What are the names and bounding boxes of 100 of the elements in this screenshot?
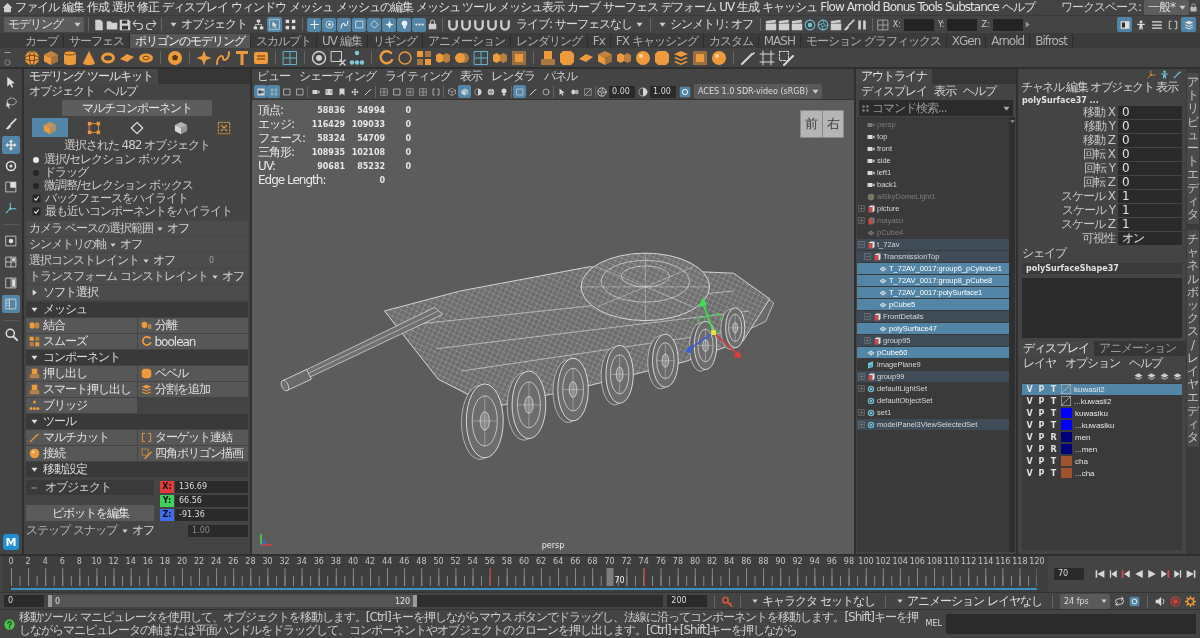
cube-icon[interactable] [43,49,59,66]
menu-item[interactable]: UV [717,0,736,15]
pause-icon[interactable] [855,18,868,31]
channel-value-field[interactable]: 1 [1118,204,1182,217]
playback-toggle[interactable]: P [1037,456,1046,466]
layer-row[interactable]: V P R ...men [1022,443,1182,455]
panel-tab[interactable]: ディスプレイ [1018,340,1094,356]
visibility-toggle[interactable]: V [1025,444,1034,454]
range-slider[interactable]: 0 120 [48,595,664,607]
arc-icon[interactable] [140,336,152,347]
menu-item[interactable]: 表示 [1156,80,1177,95]
clapperboard-icon[interactable] [790,18,803,31]
menu-item[interactable]: レイヤ [1023,355,1056,371]
channel-value-field[interactable]: 0 [1118,134,1182,147]
shelf-tab[interactable]: モーション グラフィックス [800,34,947,48]
start-time-field[interactable]: 0 [4,595,44,607]
skip-end-icon[interactable] [1186,569,1196,579]
visibility-toggle[interactable]: V [1025,396,1034,406]
speaker-icon[interactable] [1155,595,1166,607]
playback-toggle[interactable]: P [1037,444,1046,454]
panel-tab[interactable]: モデリング ツールキット [24,69,158,84]
x-square-icon[interactable] [330,49,346,66]
setting-dropdown[interactable]: オフ [211,269,244,284]
axes-icon[interactable] [1147,70,1156,79]
step-snap-field[interactable]: 1.00 [188,524,248,537]
caret-icon[interactable] [156,225,163,232]
hash-icon[interactable] [759,49,775,66]
dots-icon[interactable] [29,400,40,411]
tool-button[interactable]: 結合 [26,318,137,333]
command-field[interactable] [946,614,1196,634]
step-forward-icon[interactable] [1173,569,1183,579]
tool-button[interactable]: ブリッジ [26,398,137,413]
empty-swatch-icon[interactable] [1061,384,1071,395]
radio-button-icon[interactable] [32,168,40,177]
home-icon[interactable] [2,2,13,13]
visibility-toggle[interactable]: V [1025,432,1034,442]
menu-item[interactable]: ビュー [257,69,290,84]
channel-value-field[interactable]: 0 [1118,176,1182,189]
layer-row[interactable]: V P T ...kuwasil2 [1022,395,1182,407]
menu-item[interactable]: ヘルプ [1129,355,1162,371]
soccer-ball-icon[interactable] [167,49,183,66]
side-tab[interactable]: アトリビュートエディタ [1187,73,1199,225]
animation-layer-dropdown[interactable]: アニメーション レイヤなし [893,593,1045,609]
menu-item[interactable]: ウィンドウ [229,0,287,15]
menu-item[interactable]: メッシュ表示 [496,0,566,15]
brush-icon[interactable] [842,18,855,31]
menu-item[interactable]: Arnold [845,0,882,15]
panel-tab[interactable]: アウトライナ [856,69,932,84]
shelf-tab[interactable]: カスタム [703,34,759,48]
channel-value-field[interactable]: 1 [1118,218,1182,231]
squares-icon[interactable] [29,336,40,347]
channel-value-field[interactable]: 0 [1118,162,1182,175]
caret-icon[interactable] [31,418,38,425]
tool-button[interactable]: 分割を追加 [137,382,248,397]
move-manipulator-icon[interactable] [685,297,742,359]
settings-icon[interactable] [1185,595,1196,607]
color-space-dropdown[interactable]: ACES 1.0 SDR-video (sRGB) [694,84,823,99]
layers-icon[interactable] [1147,371,1156,381]
tool-button[interactable]: 分離 [137,318,248,333]
menu-item[interactable]: Bonus Tools [881,0,944,15]
menu-item[interactable]: ヘルプ [104,84,137,99]
magnet-icon[interactable] [486,18,498,31]
caret-icon[interactable] [1023,21,1031,28]
cube-face-label[interactable]: 右 [822,111,843,137]
channel-value-field[interactable]: 1 [1118,190,1182,203]
menu-item[interactable]: ライティング [385,69,451,84]
axis-value-field[interactable]: 66.56 [175,494,248,507]
magnet-icon[interactable] [473,18,485,31]
layer-row[interactable]: V P T kuwasiku [1022,407,1182,419]
key-icon[interactable] [722,595,734,607]
space-dropdown[interactable]: オブジェクト [26,480,154,495]
gamma-field[interactable]: 1.00 [650,85,676,98]
cylinder-icon[interactable] [62,49,78,66]
shelf-tab[interactable]: FX キャッシング [610,34,704,48]
menu-item[interactable]: メッシュ ツール [414,0,497,15]
coordinate-field[interactable] [903,18,934,31]
blocks-icon[interactable] [29,384,40,395]
channel-value-field[interactable]: 0 [1118,106,1182,119]
blocks-icon[interactable] [540,49,556,66]
tool-button[interactable]: ベベル [137,366,248,381]
layer-color-swatch[interactable] [1061,432,1072,443]
step-back-icon[interactable] [1108,569,1118,579]
layer-row[interactable]: V P T cha [1022,455,1182,467]
playback-toggle[interactable]: P [1037,396,1046,406]
pen-icon[interactable] [740,49,756,66]
caret-icon[interactable] [897,598,904,604]
display-type-toggle[interactable]: T [1049,420,1058,430]
menu-item[interactable]: メッシュ [287,0,334,15]
step-snap-dropdown[interactable]: オフ [121,523,154,538]
cube-icon[interactable] [597,49,613,66]
grid-icon[interactable] [876,18,889,31]
clapperboard-icon[interactable] [777,18,790,31]
half-circle-icon[interactable] [638,86,648,97]
caret-icon[interactable] [812,88,820,95]
arc-icon[interactable] [378,49,394,66]
target-icon[interactable] [803,18,816,31]
tank-wireframe-drawing[interactable] [280,252,775,460]
magnet-icon[interactable] [460,18,472,31]
visibility-toggle[interactable]: V [1025,468,1034,478]
person-icon[interactable] [1160,70,1169,79]
